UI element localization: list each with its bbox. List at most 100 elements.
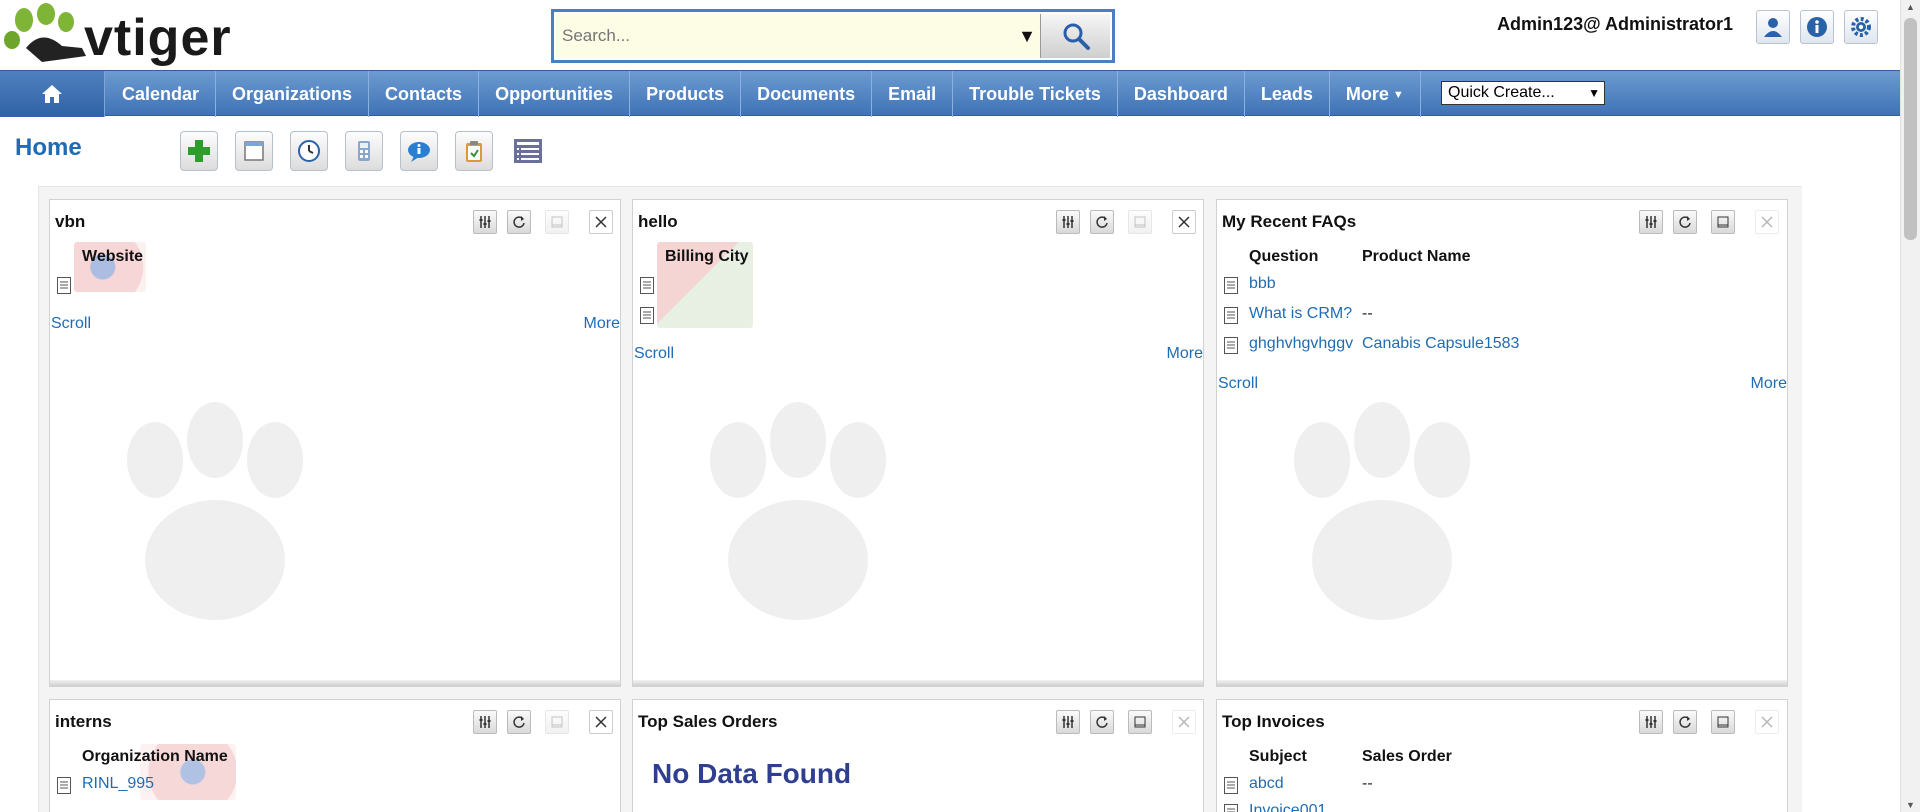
list-view-button[interactable] bbox=[510, 133, 548, 171]
chat-button[interactable] bbox=[400, 131, 438, 171]
add-widget-button[interactable] bbox=[180, 131, 218, 171]
column-header: Website bbox=[82, 248, 144, 265]
column-header-product-name: Product Name bbox=[1362, 248, 1471, 265]
widget-close-button[interactable] bbox=[589, 710, 613, 734]
nav-item-email[interactable]: Email bbox=[872, 71, 954, 117]
search-button[interactable] bbox=[1040, 14, 1110, 58]
sliders-icon bbox=[1062, 716, 1074, 728]
widget-refresh-button[interactable] bbox=[1673, 710, 1697, 734]
widget-minimize-button[interactable] bbox=[1128, 710, 1152, 734]
invoice-subject-link[interactable]: Invoice001 bbox=[1249, 802, 1326, 812]
info-button[interactable] bbox=[1800, 10, 1834, 44]
widget-vbn: vbn Website Scroll More bbox=[49, 199, 621, 687]
minimize-icon bbox=[1717, 216, 1729, 228]
widget-refresh-button[interactable] bbox=[1090, 710, 1114, 734]
nav-item-trouble-tickets[interactable]: Trouble Tickets bbox=[953, 71, 1118, 117]
search-dropdown-icon[interactable]: ▼ bbox=[1016, 26, 1038, 46]
document-icon bbox=[640, 307, 654, 324]
widget-close-button[interactable] bbox=[1755, 710, 1779, 734]
minimize-icon bbox=[1134, 716, 1146, 728]
invoice-subject-link[interactable]: abcd bbox=[1249, 775, 1284, 793]
settings-button[interactable] bbox=[1844, 10, 1878, 44]
widget-top-sales-orders: Top Sales Orders No Data Found bbox=[632, 699, 1204, 812]
scroll-link[interactable]: Scroll bbox=[51, 315, 91, 333]
widget-settings-button[interactable] bbox=[1639, 710, 1663, 734]
nav-item-organizations[interactable]: Organizations bbox=[216, 71, 370, 117]
scrollbar-thumb[interactable] bbox=[1904, 18, 1917, 240]
refresh-icon bbox=[1679, 216, 1691, 228]
user-icon bbox=[1764, 18, 1782, 37]
widget-settings-button[interactable] bbox=[473, 710, 497, 734]
faq-question-link[interactable]: bbb bbox=[1249, 275, 1276, 293]
document-icon bbox=[57, 777, 71, 794]
sliders-icon bbox=[1645, 716, 1657, 728]
sliders-icon bbox=[479, 716, 491, 728]
faq-question-link[interactable]: What is CRM? bbox=[1249, 305, 1352, 323]
widget-close-button[interactable] bbox=[1172, 710, 1196, 734]
widget-settings-button[interactable] bbox=[1056, 710, 1080, 734]
info-icon bbox=[1807, 17, 1827, 37]
minimize-icon bbox=[551, 216, 563, 228]
nav-home[interactable] bbox=[0, 71, 105, 117]
reminder-button[interactable] bbox=[290, 131, 328, 171]
calculator-icon bbox=[358, 141, 370, 161]
nav-items: Calendar Organizations Contacts Opportun… bbox=[106, 71, 1421, 117]
nav-item-more[interactable]: More ▼ bbox=[1330, 71, 1421, 117]
home-icon bbox=[42, 85, 62, 103]
quick-create-select[interactable]: Quick Create... ▼ bbox=[1441, 81, 1605, 105]
global-search: ▼ bbox=[551, 9, 1115, 63]
scroll-down-icon[interactable]: ▼ bbox=[1906, 800, 1915, 810]
paw-watermark-icon bbox=[1294, 402, 1470, 620]
widget-title: Top Invoices bbox=[1222, 712, 1325, 731]
nav-item-calendar[interactable]: Calendar bbox=[106, 71, 217, 117]
vtiger-logo[interactable]: vtiger bbox=[2, 2, 252, 68]
refresh-icon bbox=[1679, 716, 1691, 728]
widget-settings-button[interactable] bbox=[1056, 210, 1080, 234]
no-data-message: No Data Found bbox=[652, 758, 852, 789]
widget-close-button[interactable] bbox=[1755, 210, 1779, 234]
nav-item-contacts[interactable]: Contacts bbox=[369, 71, 480, 117]
organization-link[interactable]: RINL_995 bbox=[82, 775, 154, 793]
widget-refresh-button[interactable] bbox=[507, 210, 531, 234]
scroll-link[interactable]: Scroll bbox=[1218, 375, 1258, 393]
widget-title: My Recent FAQs bbox=[1222, 212, 1357, 231]
calculator-button[interactable] bbox=[345, 131, 383, 171]
widget-minimize-button[interactable] bbox=[1711, 210, 1735, 234]
scroll-link[interactable]: Scroll bbox=[634, 345, 674, 363]
sliders-icon bbox=[1062, 216, 1074, 228]
widget-footer bbox=[633, 680, 1203, 686]
refresh-icon bbox=[1096, 216, 1108, 228]
nav-item-products[interactable]: Products bbox=[630, 71, 742, 117]
faq-question-link[interactable]: ghghvhgvhggv bbox=[1249, 335, 1353, 353]
sliders-icon bbox=[479, 216, 491, 228]
search-input[interactable] bbox=[556, 14, 1044, 58]
nav-item-opportunities[interactable]: Opportunities bbox=[479, 71, 631, 117]
widget-settings-button[interactable] bbox=[1639, 210, 1663, 234]
widget-close-button[interactable] bbox=[1172, 210, 1196, 234]
clipboard-icon bbox=[466, 141, 482, 162]
layout-button[interactable] bbox=[235, 131, 273, 171]
widget-minimize-button[interactable] bbox=[545, 710, 569, 734]
notes-button[interactable] bbox=[455, 131, 493, 171]
column-header-question: Question bbox=[1249, 248, 1319, 265]
page-scrollbar[interactable]: ▲ ▼ bbox=[1900, 0, 1920, 812]
widget-minimize-button[interactable] bbox=[1128, 210, 1152, 234]
widget-minimize-button[interactable] bbox=[545, 210, 569, 234]
widget-close-button[interactable] bbox=[589, 210, 613, 234]
more-link[interactable]: More bbox=[1751, 375, 1787, 393]
widget-settings-button[interactable] bbox=[473, 210, 497, 234]
widget-minimize-button[interactable] bbox=[1711, 710, 1735, 734]
faq-product-link[interactable]: Canabis Capsule1583 bbox=[1362, 335, 1519, 353]
scroll-up-icon[interactable]: ▲ bbox=[1906, 2, 1915, 12]
widget-refresh-button[interactable] bbox=[1090, 210, 1114, 234]
more-link[interactable]: More bbox=[584, 315, 620, 333]
widget-refresh-button[interactable] bbox=[507, 710, 531, 734]
nav-item-documents[interactable]: Documents bbox=[741, 71, 873, 117]
more-link[interactable]: More bbox=[1167, 345, 1203, 363]
nav-item-dashboard[interactable]: Dashboard bbox=[1118, 71, 1245, 117]
widget-footer bbox=[50, 680, 620, 686]
user-profile-button[interactable] bbox=[1756, 10, 1790, 44]
widget-refresh-button[interactable] bbox=[1673, 210, 1697, 234]
main-nav: Calendar Organizations Contacts Opportun… bbox=[0, 70, 1900, 117]
nav-item-leads[interactable]: Leads bbox=[1245, 71, 1330, 117]
